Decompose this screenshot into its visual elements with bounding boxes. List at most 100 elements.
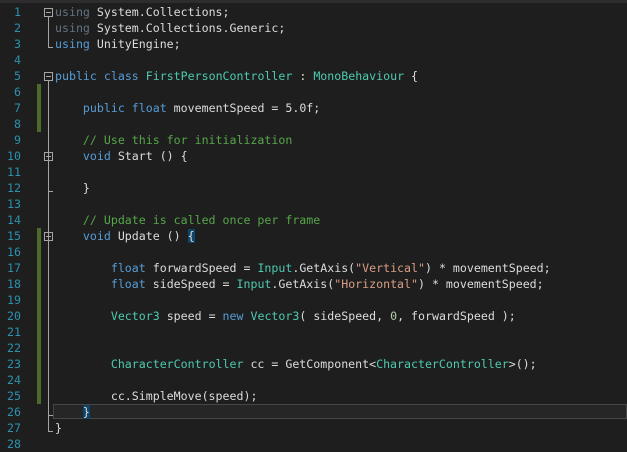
- change-indicator: [37, 292, 41, 308]
- code-token: cc.SimpleMove(speed);: [55, 389, 258, 403]
- code-token: >();: [508, 357, 537, 371]
- code-token: Update (): [110, 229, 188, 243]
- code-text: }: [55, 404, 90, 420]
- code-token: FirstPersonController: [145, 69, 293, 83]
- code-line[interactable]: 26 }: [0, 404, 627, 420]
- code-line[interactable]: 4: [0, 52, 627, 68]
- code-token: System.Collections;: [89, 5, 230, 19]
- line-number: 13: [7, 197, 21, 211]
- code-line[interactable]: 13: [0, 196, 627, 212]
- code-token: UnityEngine;: [89, 37, 181, 51]
- code-token: "Vertical": [355, 261, 425, 275]
- code-text: void Start () {: [55, 148, 188, 164]
- code-line[interactable]: 23 CharacterController cc = GetComponent…: [0, 356, 627, 372]
- code-line[interactable]: 1 using System.Collections;: [0, 4, 627, 20]
- change-indicator: [37, 340, 41, 356]
- code-line[interactable]: 2 using System.Collections.Generic;: [0, 20, 627, 36]
- code-line[interactable]: 11: [0, 164, 627, 180]
- line-number: 14: [7, 213, 21, 227]
- change-indicator: [37, 372, 41, 388]
- code-line[interactable]: 27}: [0, 420, 627, 436]
- line-number: 9: [14, 133, 21, 147]
- code-text: using System.Collections;: [55, 4, 230, 20]
- outline-end: [48, 47, 53, 48]
- code-text: // Update is called once per frame: [55, 212, 320, 228]
- outline-end: [48, 191, 53, 192]
- code-token: cc = GetComponent<: [243, 357, 377, 371]
- code-line[interactable]: 19: [0, 292, 627, 308]
- code-text: CharacterController cc = GetComponent<Ch…: [55, 356, 537, 372]
- line-number: 12: [7, 181, 21, 195]
- outline-end: [48, 431, 53, 432]
- code-line[interactable]: 18 float sideSpeed = Input.GetAxis("Hori…: [0, 276, 627, 292]
- code-token: Input: [236, 277, 272, 291]
- code-text: float forwardSpeed = Input.GetAxis("Vert…: [55, 260, 551, 276]
- code-token: float: [110, 261, 146, 275]
- code-text: public class FirstPersonController : Mon…: [55, 68, 418, 84]
- change-indicator: [37, 324, 41, 340]
- code-line[interactable]: 9 // Use this for initialization: [0, 132, 627, 148]
- code-line[interactable]: 3 using UnityEngine;: [0, 36, 627, 52]
- code-token: movementSpeed = 5.0f;: [166, 101, 321, 115]
- line-number: 6: [14, 85, 21, 99]
- code-text: cc.SimpleMove(speed);: [55, 388, 258, 404]
- change-indicator: [37, 356, 41, 372]
- code-line[interactable]: 8: [0, 116, 627, 132]
- change-indicator: [37, 100, 41, 116]
- code-line[interactable]: 10 void Start () {: [0, 148, 627, 164]
- code-text: Vector3 speed = new Vector3( sideSpeed, …: [55, 308, 516, 324]
- code-line[interactable]: 6: [0, 84, 627, 100]
- line-number: 22: [7, 341, 21, 355]
- code-line[interactable]: 17 float forwardSpeed = Input.GetAxis("V…: [0, 260, 627, 276]
- code-token: Vector3: [250, 309, 300, 323]
- code-token: sideSpeed =: [145, 277, 237, 291]
- code-line[interactable]: 16: [0, 244, 627, 260]
- code-text: }: [55, 180, 90, 196]
- code-token: , forwardSpeed );: [397, 309, 516, 323]
- change-indicator: [37, 388, 41, 404]
- current-line-highlight: [53, 404, 627, 419]
- line-number: 3: [14, 37, 21, 51]
- code-token: public: [82, 101, 125, 115]
- code-token: System.Collections.Generic;: [89, 21, 286, 35]
- code-line[interactable]: 15 void Update () {: [0, 228, 627, 244]
- line-number: 11: [7, 165, 21, 179]
- code-editor[interactable]: 1 using System.Collections; 2 using System.…: [0, 4, 627, 452]
- change-indicator: [37, 260, 41, 276]
- code-line[interactable]: 12 }: [0, 180, 627, 196]
- code-line[interactable]: 20 Vector3 speed = new Vector3( sideSpee…: [0, 308, 627, 324]
- change-indicator: [37, 116, 41, 132]
- code-line[interactable]: 5 public class FirstPersonController : Mo…: [0, 68, 627, 84]
- code-token: public: [55, 69, 97, 83]
- line-number: 16: [7, 245, 21, 259]
- code-token: // Use this for initialization: [82, 133, 293, 147]
- code-text: public float movementSpeed = 5.0f;: [55, 100, 320, 116]
- code-line[interactable]: 21: [0, 324, 627, 340]
- change-indicator: [37, 84, 41, 100]
- code-token: class: [103, 69, 139, 83]
- code-token: new: [222, 309, 244, 323]
- code-line[interactable]: 28: [0, 436, 627, 452]
- code-line[interactable]: 24: [0, 372, 627, 388]
- outline-guide: [48, 160, 49, 191]
- change-indicator: [37, 228, 41, 244]
- change-indicator: [37, 244, 41, 260]
- line-number: 17: [7, 261, 21, 275]
- code-text: float sideSpeed = Input.GetAxis("Horizon…: [55, 276, 544, 292]
- code-line[interactable]: 22: [0, 340, 627, 356]
- code-text: }: [55, 420, 62, 436]
- code-token: // Update is called once per frame: [82, 213, 321, 227]
- code-token: Input: [257, 261, 293, 275]
- outline-guide: [48, 240, 49, 415]
- line-number: 15: [7, 229, 21, 243]
- code-line[interactable]: 7 public float movementSpeed = 5.0f;: [0, 100, 627, 116]
- code-line[interactable]: 14 // Update is called once per frame: [0, 212, 627, 228]
- code-line[interactable]: 25 cc.SimpleMove(speed);: [0, 388, 627, 404]
